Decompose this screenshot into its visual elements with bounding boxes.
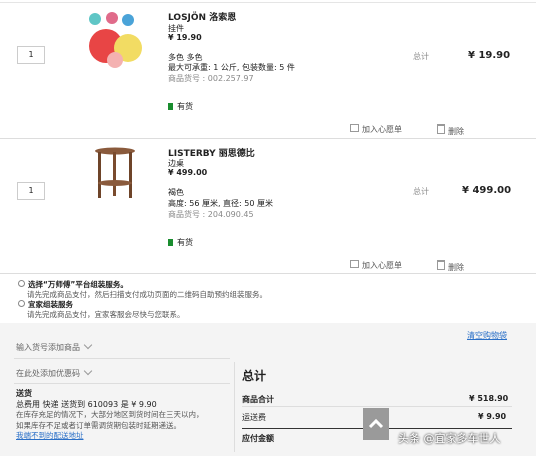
quantity-input[interactable]: 1: [17, 182, 45, 200]
remove-link[interactable]: 删除: [437, 260, 464, 273]
line-total: ¥ 499.00: [462, 185, 512, 196]
product-name[interactable]: LOSJÖN 洛索恩: [168, 10, 236, 23]
radio-icon[interactable]: [18, 280, 25, 287]
assembly-services: 选择“万师傅”平台组装服务。 请先完成商品支付，然后扫描支付成功页面的二维码自助…: [18, 280, 267, 320]
chevron-down-icon: [83, 340, 93, 350]
trash-icon: [437, 124, 445, 134]
section-divider: [14, 383, 230, 384]
remove-link[interactable]: 删除: [437, 124, 464, 137]
amount-due-label: 应付金额: [242, 434, 274, 443]
shipping-value: ¥ 9.90: [478, 412, 507, 421]
unit-price: ¥ 499.00: [168, 168, 208, 177]
subtotal-value: ¥ 518.90: [469, 394, 509, 403]
delivery-info: 送货 总费用 快递 送货到 610093 是 ¥ 9.90 在库存充足的情况下，…: [16, 389, 236, 442]
coupon-toggle[interactable]: 在此处添加优惠码: [16, 366, 93, 379]
wishlist-icon: [350, 260, 359, 268]
stock-indicator-icon: [168, 239, 173, 246]
product-color: 褐色: [168, 188, 184, 197]
delivery-address-link[interactable]: 我端不到的配送地址: [16, 431, 236, 442]
article-number: 商品货号 : 002.257.97: [168, 74, 254, 83]
back-to-top-button[interactable]: [363, 408, 389, 440]
column-divider: [234, 362, 235, 452]
watermark: 头条 @宜家多车世人: [398, 432, 501, 445]
product-spec: 高度: 56 厘米, 直径: 50 厘米: [168, 199, 274, 208]
article-number: 商品货号 : 204.090.45: [168, 210, 254, 219]
chevron-up-icon: [368, 418, 384, 429]
delivery-title: 送货: [16, 389, 32, 398]
total-label: 总计: [413, 187, 429, 196]
summary-divider: [242, 406, 512, 407]
service-description: 请先完成商品支付，宜家客服会尽快与您联系。: [27, 310, 185, 319]
service-option[interactable]: 宜家组装服务: [18, 300, 267, 310]
unit-price: ¥ 19.90: [168, 33, 202, 42]
radio-icon[interactable]: [18, 300, 25, 307]
wishlist-icon: [350, 124, 359, 132]
product-spec: 最大可承重: 1 公斤, 包装数量: 5 件: [168, 63, 295, 72]
line-total: ¥ 19.90: [468, 50, 511, 61]
subtotal-label: 商品合计: [242, 395, 274, 404]
stock-indicator-icon: [168, 103, 173, 110]
delivery-fee: 总费用 快递 送货到 610093 是 ¥ 9.90: [16, 399, 157, 409]
product-image-side-table: [95, 147, 135, 198]
summary-title: 总计: [242, 369, 267, 383]
delivery-note: 如果库存不足或者订单需调货期包装时延期递送。: [16, 420, 181, 430]
delivery-note: 在库存充足的情况下，大部分地区到货时间在三天以内，: [16, 410, 204, 419]
stock-status: 有货: [168, 237, 193, 248]
shipping-label: 运送费: [242, 413, 266, 422]
item-divider: [0, 138, 536, 139]
trash-icon: [437, 260, 445, 270]
top-divider: [0, 2, 536, 3]
add-by-article-toggle[interactable]: 输入货号添加商品: [16, 340, 93, 353]
add-to-wishlist-link[interactable]: 加入心愿单: [350, 260, 402, 271]
section-divider: [14, 358, 230, 359]
service-option[interactable]: 选择“万师傅”平台组装服务。: [18, 280, 267, 290]
chevron-down-icon: [83, 366, 93, 376]
add-to-wishlist-link[interactable]: 加入心愿单: [350, 124, 402, 135]
product-image-balloons: [89, 12, 142, 68]
service-description: 请先完成商品支付，然后扫描支付成功页面的二维码自助预约组装服务。: [27, 290, 267, 299]
total-label: 总计: [413, 52, 429, 61]
item-divider: [0, 273, 536, 274]
stock-status: 有货: [168, 101, 193, 112]
clear-cart-link[interactable]: 清空购物袋: [467, 330, 507, 341]
quantity-input[interactable]: 1: [17, 46, 45, 64]
